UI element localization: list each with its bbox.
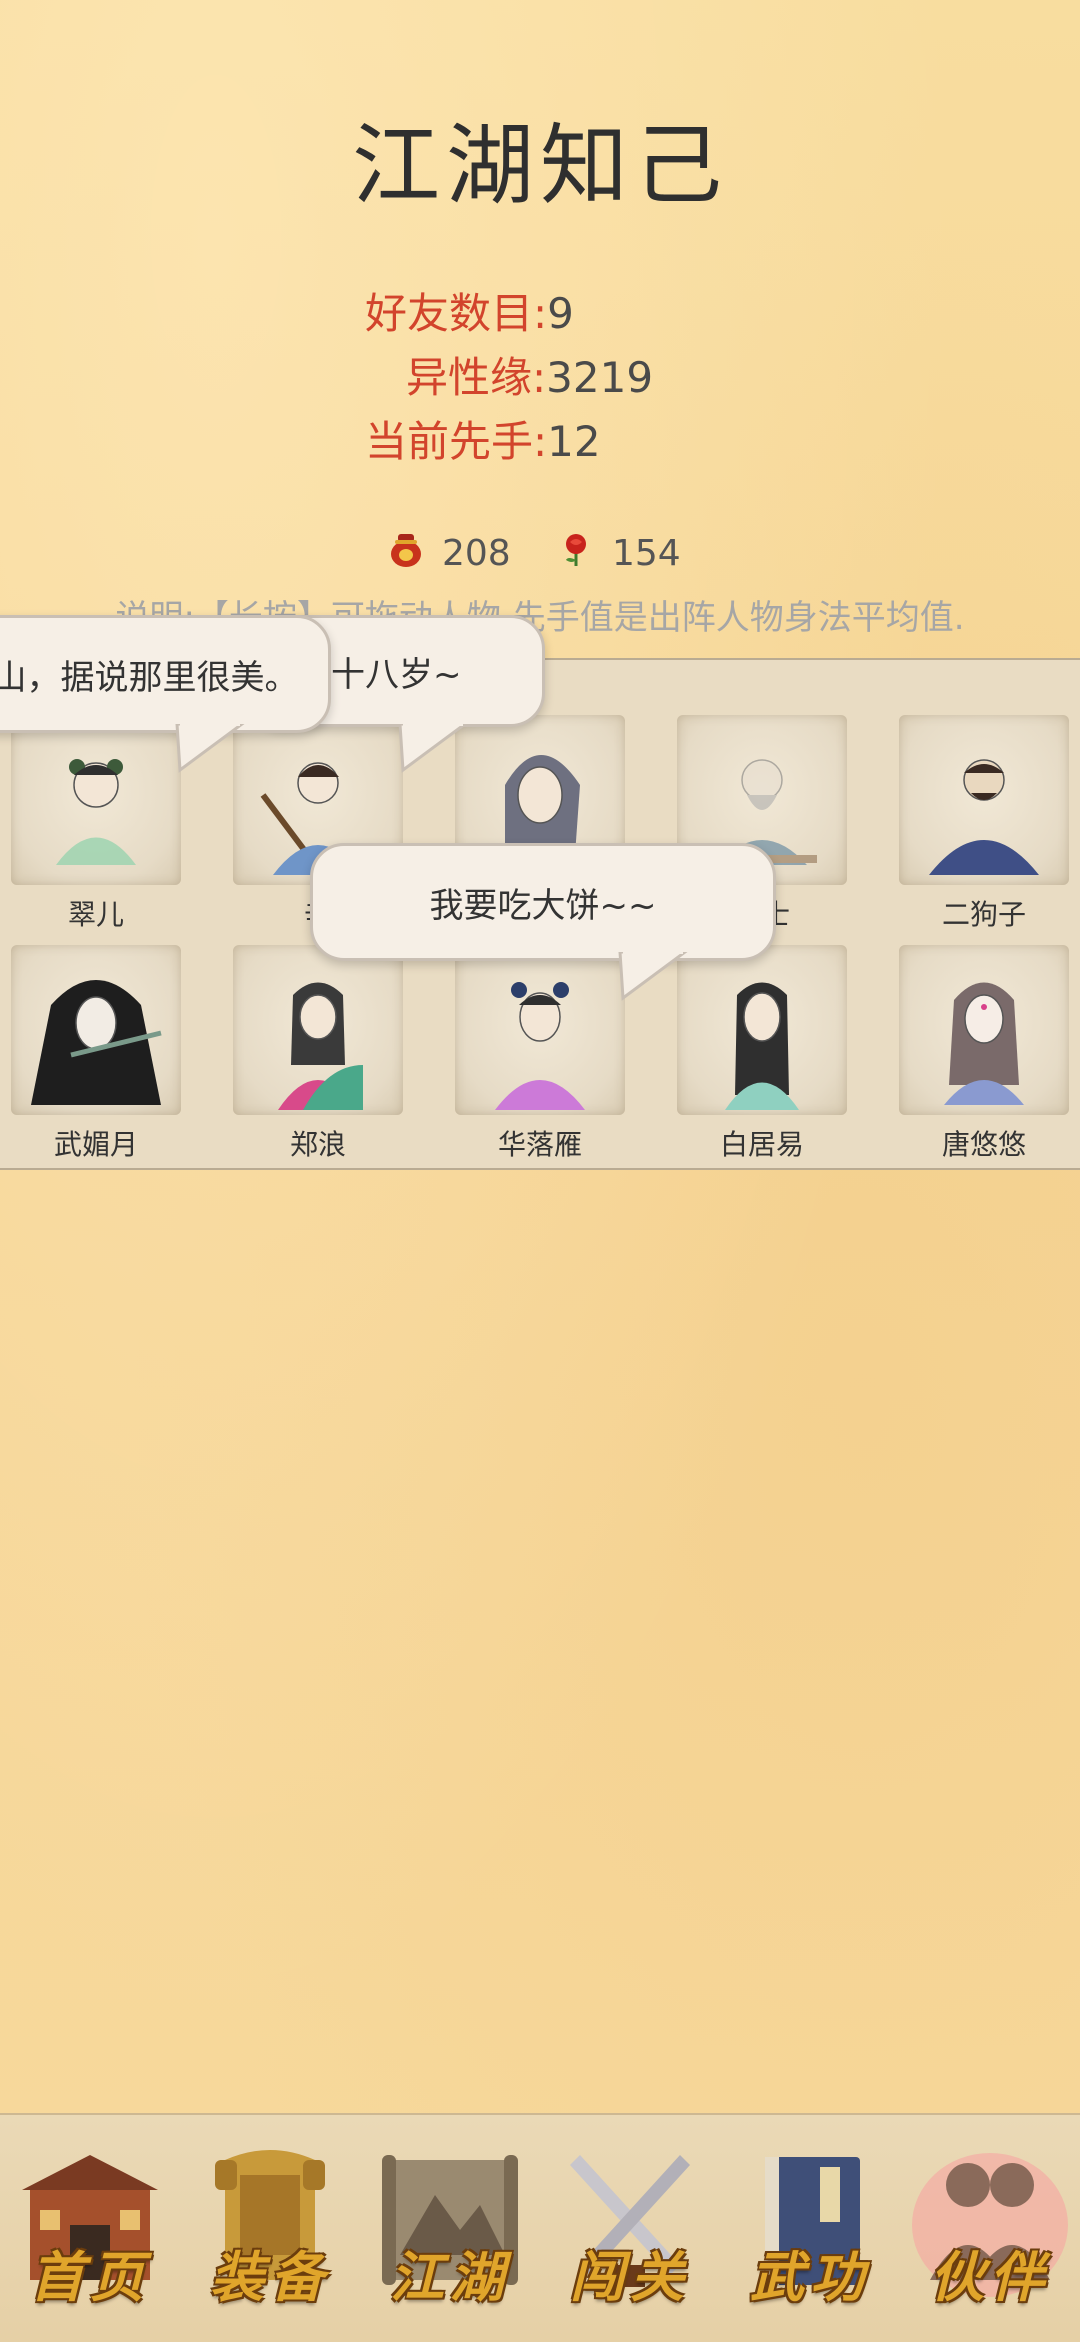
speech-bubble-tail (618, 952, 688, 1001)
nav-label: 装备 (210, 2245, 330, 2309)
character-portrait (233, 945, 403, 1115)
character-card[interactable]: 二狗子 (899, 715, 1069, 933)
stat-friend-count: 好友数目:9 (365, 280, 574, 341)
character-portrait (455, 945, 625, 1115)
character-card[interactable]: 白居易 (677, 945, 847, 1163)
character-card[interactable]: 武媚月 (11, 945, 181, 1163)
character-name: 武媚月 (53, 1128, 138, 1161)
character-card[interactable]: 郑浪 (233, 945, 403, 1163)
character-name: 二狗子 (941, 898, 1026, 931)
character-card[interactable]: 翠儿 (11, 715, 181, 933)
speech-bubble: 山，据说那里很美。 (0, 615, 331, 733)
character-name: 白居易 (719, 1128, 804, 1161)
nav-label: 首页 (30, 2245, 150, 2309)
speech-bubble: 我要吃大饼~~ (310, 843, 776, 961)
nav-jianghu[interactable]: 江湖 (360, 2115, 540, 2342)
nav-label: 伙伴 (930, 2245, 1050, 2309)
nav-label: 闯关 (570, 2245, 690, 2309)
resource-rose: 154 (558, 530, 681, 577)
character-name: 郑浪 (289, 1128, 346, 1161)
stat-value: 9 (547, 289, 574, 338)
stat-charm: 异性缘:3219 (406, 344, 653, 405)
nav-label: 江湖 (390, 2245, 510, 2309)
nav-home[interactable]: 首页 (0, 2115, 180, 2342)
character-portrait (899, 945, 1069, 1115)
stat-value: 3219 (546, 353, 654, 402)
bottom-nav: 首页 装备 江湖 闯关 武功 伙伴 (0, 2113, 1080, 2342)
character-portrait (677, 945, 847, 1115)
nav-partners[interactable]: 伙伴 (900, 2115, 1080, 2342)
nav-label: 武功 (750, 2245, 870, 2309)
wine-count: 208 (442, 533, 511, 574)
nav-challenge[interactable]: 闯关 (540, 2115, 720, 2342)
stat-value: 12 (547, 417, 601, 466)
character-name: 翠儿 (67, 898, 124, 931)
speech-bubble-text: 十八岁~ (331, 654, 462, 695)
nav-equipment[interactable]: 装备 (180, 2115, 360, 2342)
rose-icon (558, 530, 594, 577)
character-portrait (899, 715, 1069, 885)
stat-label: 异性缘: (406, 353, 547, 402)
wine-jar-icon (388, 530, 424, 577)
character-card[interactable]: 华落雁 (455, 945, 625, 1163)
rose-count: 154 (612, 533, 681, 574)
character-portrait (11, 945, 181, 1115)
character-card[interactable]: 唐悠悠 (899, 945, 1069, 1163)
speech-bubble-tail (398, 724, 468, 773)
partner-panel: 翠儿 辛 (0, 615, 1080, 1170)
stat-label: 当前先手: (365, 417, 548, 466)
speech-bubble-text: 我要吃大饼~~ (429, 885, 657, 926)
character-name: 华落雁 (497, 1128, 582, 1161)
page-title: 江湖知己 (351, 114, 728, 217)
character-name: 唐悠悠 (941, 1128, 1026, 1161)
stat-label: 好友数目: (365, 289, 548, 338)
stat-initiative: 当前先手:12 (365, 408, 601, 469)
nav-martial-arts[interactable]: 武功 (720, 2115, 900, 2342)
speech-bubble-tail (175, 724, 245, 773)
resource-wine: 208 (388, 530, 511, 577)
speech-bubble-text: 山，据说那里很美。 (0, 657, 299, 698)
character-portrait (11, 715, 181, 885)
